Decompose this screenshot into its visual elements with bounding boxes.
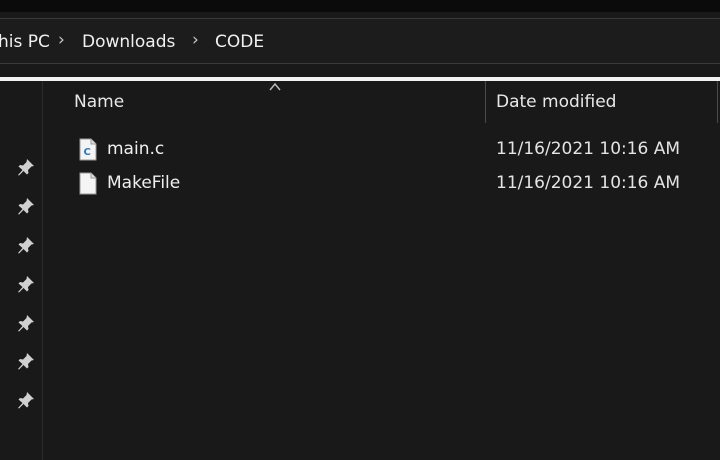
svg-text:C: C: [84, 147, 91, 158]
pin-icon[interactable]: [16, 235, 36, 255]
sort-ascending-caret-icon: [269, 82, 281, 91]
file-list[interactable]: Name Date modified C main.c 11/16/2021 1…: [43, 81, 720, 460]
pin-icon[interactable]: [16, 313, 36, 333]
file-date-modified: 11/16/2021 10:16 AM: [496, 173, 681, 193]
pin-icon[interactable]: [16, 196, 36, 216]
breadcrumb-code[interactable]: CODE: [215, 32, 264, 52]
breadcrumb-chevron-icon[interactable]: ›: [192, 30, 199, 50]
pin-icon[interactable]: [16, 351, 36, 371]
column-header-date-modified[interactable]: Date modified: [496, 92, 616, 112]
pin-icon[interactable]: [16, 274, 36, 294]
column-header-name[interactable]: Name: [74, 92, 124, 112]
file-row-main-c[interactable]: C main.c 11/16/2021 10:16 AM: [73, 135, 713, 165]
c-file-icon: C: [79, 138, 97, 161]
file-name: main.c: [107, 139, 165, 159]
window-top-strip: [0, 0, 720, 12]
navigation-pane[interactable]: [0, 81, 43, 460]
file-icon: [79, 172, 97, 195]
column-resize-handle[interactable]: [485, 81, 486, 123]
file-name: MakeFile: [107, 173, 181, 193]
breadcrumb-chevron-icon[interactable]: ›: [58, 30, 65, 50]
pin-icon[interactable]: [16, 157, 36, 177]
breadcrumb-downloads[interactable]: Downloads: [82, 32, 175, 52]
file-row-makefile[interactable]: MakeFile 11/16/2021 10:16 AM: [73, 169, 713, 199]
file-date-modified: 11/16/2021 10:16 AM: [496, 139, 681, 159]
pin-icon[interactable]: [16, 390, 36, 410]
breadcrumb-this-pc[interactable]: his PC: [0, 32, 50, 52]
address-bar[interactable]: his PC › Downloads › CODE: [0, 18, 720, 64]
column-resize-handle[interactable]: [717, 81, 718, 123]
